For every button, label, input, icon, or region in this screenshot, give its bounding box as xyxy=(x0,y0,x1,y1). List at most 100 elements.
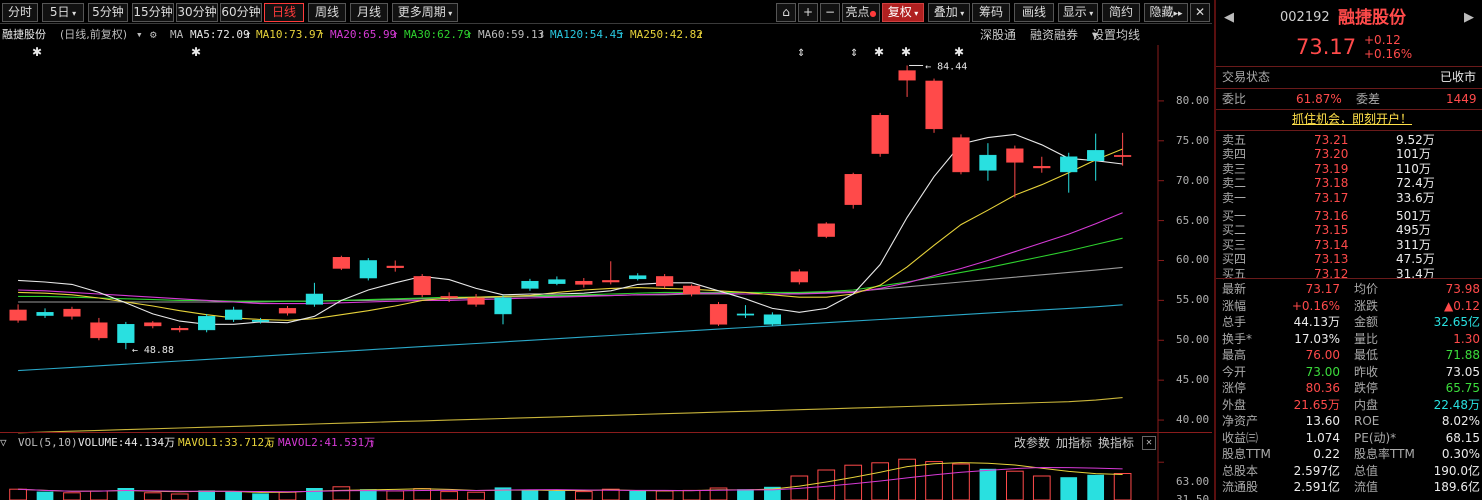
up-arrow-icon: ↑ xyxy=(538,28,545,41)
stat-value: ▲0.12 xyxy=(1444,298,1480,313)
candle-body xyxy=(278,308,297,314)
zoom-out-button[interactable]: − xyxy=(820,3,840,22)
bid-row: 买三 73.14 311万 xyxy=(1216,238,1482,252)
simple-button[interactable]: 简约 xyxy=(1102,3,1140,22)
zoom-in-button[interactable]: + xyxy=(798,3,818,22)
level-volume: 33.6万 xyxy=(1396,190,1435,205)
ma120-line xyxy=(18,304,1123,372)
draw-button[interactable]: 画线 xyxy=(1014,3,1054,22)
up-arrow-icon: ↑ xyxy=(245,28,252,41)
level-price: 73.17 xyxy=(1314,190,1349,205)
trade-status-value: 已收市 xyxy=(1440,70,1477,84)
stat-row: 收益㈢ 1.074 PE(动)* 68.15 xyxy=(1216,430,1482,447)
stat-label: 金额 xyxy=(1354,315,1379,329)
event-star-icon: ✱ xyxy=(901,45,911,59)
candle-body xyxy=(251,320,270,322)
volume-bar xyxy=(629,491,647,500)
overlay-dropdown[interactable]: 叠加 ▾ xyxy=(928,3,970,22)
candle-body xyxy=(656,276,674,287)
period-tab-weekly[interactable]: 周线 xyxy=(308,3,346,22)
ma10-line xyxy=(18,148,1123,321)
sort-icon[interactable]: ▽ xyxy=(0,433,7,453)
add-indicator-link[interactable]: 加指标 xyxy=(1056,433,1092,453)
candle-body xyxy=(359,260,377,279)
candle-body xyxy=(224,309,243,320)
level-price: 73.21 xyxy=(1314,133,1349,147)
open-account-link[interactable]: 抓住机会，即刻开户！ xyxy=(1292,111,1412,128)
candle-body xyxy=(63,308,81,317)
event-star-icon: ✱ xyxy=(874,45,884,59)
ma-info-bar: 融捷股份 (日线,前复权) ▾ ⚙ MA MA5:72.09 ↑ MA10:73… xyxy=(0,25,1212,45)
stat-value: 73.00 xyxy=(1305,364,1340,379)
highlight-button[interactable]: 亮点● xyxy=(842,3,880,22)
lock-icon[interactable]: ⌂ xyxy=(776,3,796,22)
candle-body xyxy=(629,275,647,280)
candle-body xyxy=(467,297,485,305)
adjust-dropdown[interactable]: 复权 ▾ xyxy=(882,3,924,22)
price-change-pct: +0.16% xyxy=(1364,47,1413,61)
ma-label: MA xyxy=(170,28,184,41)
candle-body xyxy=(844,174,862,205)
edit-params-link[interactable]: 改参数 xyxy=(1014,433,1050,453)
period-tab-timeshare[interactable]: 分时 xyxy=(2,3,38,22)
ask-row: 卖一 73.17 33.6万 xyxy=(1216,191,1482,205)
period-tab-30min[interactable]: 30分钟 xyxy=(176,3,218,22)
candle-body xyxy=(736,313,755,316)
volume-bar xyxy=(1060,477,1078,500)
stat-value: 71.88 xyxy=(1445,348,1480,362)
period-tab-60min[interactable]: 60分钟 xyxy=(220,3,262,22)
stat-value: 1.30 xyxy=(1453,331,1480,346)
stat-row: 涨幅 +0.16% 涨跌 ▲0.12 xyxy=(1216,298,1482,315)
level-price: 73.14 xyxy=(1314,237,1349,252)
candle-body xyxy=(1006,148,1024,163)
stat-label: 外盘 xyxy=(1222,397,1247,412)
chips-button[interactable]: 筹码 xyxy=(972,3,1010,22)
settings-gear-icon[interactable]: ⚙ xyxy=(150,25,157,45)
price-tick-label: 60.00 xyxy=(1176,253,1210,267)
close-icon[interactable]: ✕ xyxy=(1142,436,1156,450)
volume-bar xyxy=(9,488,27,500)
volume-bar xyxy=(63,492,81,500)
stat-value: 65.75 xyxy=(1445,381,1480,395)
candle-body xyxy=(790,271,808,283)
candle-body xyxy=(925,80,943,130)
stat-value: 190.0亿 xyxy=(1433,463,1480,478)
period-tab-15min[interactable]: 15分钟 xyxy=(132,3,174,22)
stat-label: 均价 xyxy=(1354,282,1379,296)
mavol1-line xyxy=(18,462,1123,493)
candle-body xyxy=(521,280,539,289)
volume-info-bar: ▽ VOL(5,10) VOLUME:44.134万 MAVOL1:33.712… xyxy=(0,432,1212,452)
volume-bar xyxy=(925,461,943,500)
volume-bar xyxy=(198,490,216,500)
hide-button[interactable]: 隐藏▸▸ xyxy=(1144,3,1188,22)
margin-trading-link[interactable]: 融资融券 xyxy=(1030,25,1078,45)
switch-indicator-link[interactable]: 换指标 xyxy=(1098,433,1134,453)
ask-row: 卖二 73.18 72.4万 xyxy=(1216,176,1482,190)
candle-body xyxy=(386,265,404,268)
price-tick-label: 50.00 xyxy=(1176,333,1210,347)
level-label: 买四 xyxy=(1222,252,1247,267)
candle-body xyxy=(602,280,620,283)
period-tab-daily[interactable]: 日线 xyxy=(264,3,304,22)
stat-label: 昨收 xyxy=(1354,364,1379,379)
stock-name-label: 融捷股份 xyxy=(2,28,46,41)
ma-settings-dropdown[interactable]: 设置均线 ▾ xyxy=(1092,25,1140,45)
display-label: 显示 xyxy=(1062,5,1087,19)
chevron-left-icon[interactable]: ◀ xyxy=(1224,8,1234,28)
stat-label: 总股本 xyxy=(1222,463,1259,478)
close-icon[interactable]: ✕ xyxy=(1190,3,1210,22)
chevron-right-icon[interactable]: ▶ xyxy=(1464,8,1474,28)
stat-label: PE(动)* xyxy=(1354,430,1397,445)
more-periods-dropdown[interactable]: 更多周期 ▾ xyxy=(392,3,458,22)
order-diff-value: 1449 xyxy=(1446,92,1477,106)
period-tab-monthly[interactable]: 月线 xyxy=(350,3,388,22)
stat-label: 涨幅 xyxy=(1222,298,1247,313)
stat-label: ROE xyxy=(1354,414,1380,428)
level-label: 买一 xyxy=(1222,209,1247,223)
period-tab-5min[interactable]: 5分钟 xyxy=(88,3,128,22)
hk-connect-link[interactable]: 深股通 xyxy=(980,25,1016,45)
level-price: 73.15 xyxy=(1314,223,1349,238)
chevron-down-icon[interactable]: ▾ xyxy=(136,25,143,45)
period-tab-5day[interactable]: 5日 ▾ xyxy=(42,3,84,22)
display-dropdown[interactable]: 显示 ▾ xyxy=(1058,3,1098,22)
